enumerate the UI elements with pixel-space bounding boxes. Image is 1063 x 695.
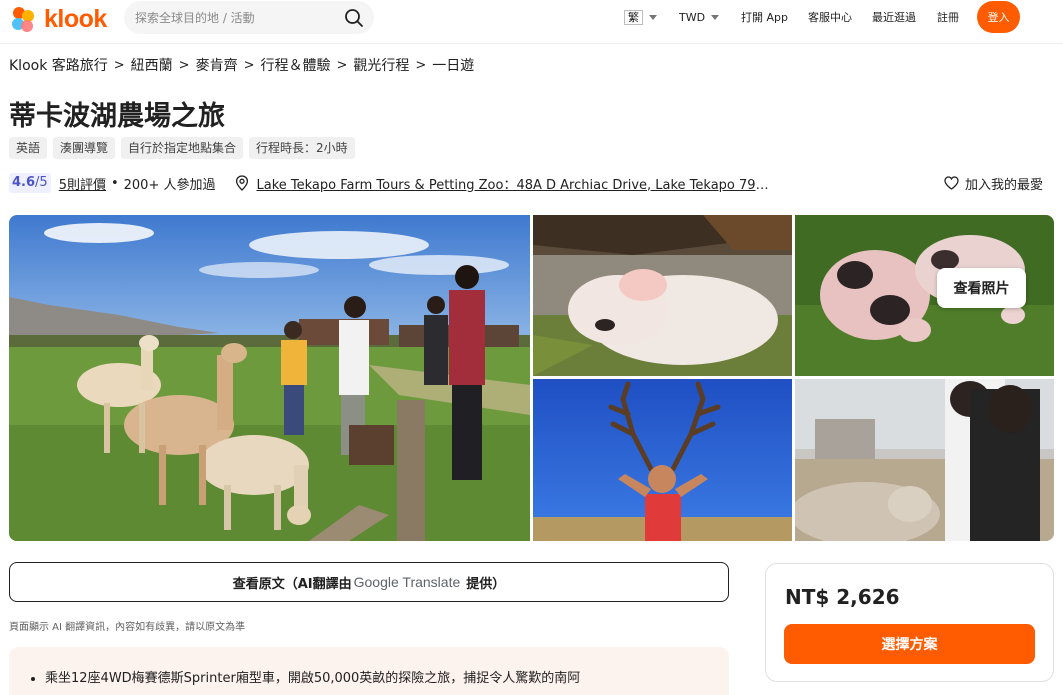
view-photos-button[interactable]: 查看照片 — [937, 268, 1026, 308]
gallery-photo-feeding[interactable] — [795, 379, 1054, 541]
rating-badge: 4.6/5 — [9, 173, 51, 193]
rating-max: /5 — [35, 175, 48, 190]
search-icon[interactable] — [344, 8, 364, 28]
feeding-sheep-image — [795, 379, 1054, 541]
chevron-down-icon — [711, 14, 720, 20]
reviews-link[interactable]: 5則評價 — [59, 174, 106, 193]
participants-count: 200+ 人參加過 — [123, 177, 216, 193]
gallery-photo-lamb[interactable] — [533, 215, 792, 376]
add-to-favorites-button[interactable]: 加入我的最愛 — [944, 172, 1043, 194]
breadcrumb-item[interactable]: Klook 客路旅行 — [9, 55, 108, 75]
highlights-box: 乘坐12座4WD梅賽德斯Sprinter廂型車，開啟50,000英畝的探險之旅，… — [9, 647, 729, 695]
chevron-down-icon — [649, 14, 657, 20]
alpaca-field-image — [9, 215, 530, 541]
chevron-right-icon: > — [415, 57, 427, 73]
login-button[interactable]: 登入 — [977, 1, 1020, 33]
tag-meeting: 自行於指定地點集合 — [121, 137, 244, 159]
currency-selector[interactable]: TWD — [679, 0, 720, 34]
address-link[interactable]: Lake Tekapo Farm Tours & Petting Zoo：48A… — [256, 174, 776, 193]
translate-suffix: 提供） — [466, 576, 506, 592]
chevron-right-icon: > — [243, 57, 255, 73]
breadcrumb-item[interactable]: 行程＆體驗 — [260, 55, 330, 75]
choose-package-button[interactable]: 選擇方案 — [784, 624, 1035, 664]
lamb-image — [533, 215, 792, 376]
favorite-label: 加入我的最愛 — [965, 177, 1044, 193]
breadcrumb-item[interactable]: 一日遊 — [432, 55, 474, 75]
gallery-photo-antlers[interactable] — [533, 379, 792, 541]
chevron-right-icon: > — [336, 57, 348, 73]
rating-row: 4.6/5 5則評價 • 200+ 人參加過 Lake Tekapo Farm … — [9, 172, 776, 194]
photo-gallery — [9, 215, 1054, 541]
search-bar[interactable] — [124, 1, 374, 34]
search-input[interactable] — [135, 10, 335, 25]
view-original-button[interactable]: 查看原文（AI翻譯由 Google Translate 提供） — [9, 562, 729, 602]
currency-label: TWD — [679, 10, 706, 24]
translate-prefix: 查看原文（AI翻譯由 — [232, 576, 352, 592]
support-link[interactable]: 客服中心 — [808, 0, 852, 34]
antlers-image — [533, 379, 792, 541]
gallery-photo-main[interactable] — [9, 215, 530, 541]
signup-link[interactable]: 註冊 — [937, 0, 959, 34]
breadcrumb-item[interactable]: 觀光行程 — [353, 55, 409, 75]
page-title: 蒂卡波湖農場之旅 — [9, 101, 225, 132]
language-label: 繁 — [624, 9, 643, 25]
highlight-item: 乘坐12座4WD梅賽德斯Sprinter廂型車，開啟50,000英畝的探險之旅，… — [31, 669, 729, 689]
brand-name: klook — [44, 4, 107, 33]
tag-duration: 行程時長：2小時 — [249, 137, 355, 159]
breadcrumb-item[interactable]: 紐西蘭 — [131, 55, 173, 75]
open-app-link[interactable]: 打開 App — [741, 0, 788, 34]
translation-disclaimer: 頁面顯示 AI 翻譯資訊，內容如有歧異，請以原文為準 — [9, 622, 246, 633]
breadcrumb: Klook 客路旅行 > 紐西蘭 > 麥肯齊 > 行程＆體驗 > 觀光行程 > … — [9, 55, 474, 75]
klook-logo[interactable]: klook — [8, 4, 107, 34]
breadcrumb-item[interactable]: 麥肯齊 — [196, 55, 238, 75]
language-selector[interactable]: 繁 — [624, 0, 657, 34]
klook-logo-icon — [12, 7, 34, 32]
tag-tour-type: 湊團導覽 — [53, 137, 116, 159]
heart-icon — [944, 176, 959, 190]
separator-dot: • — [110, 175, 119, 191]
booking-card: NT$ 2,626 選擇方案 — [765, 563, 1054, 682]
google-translate-logo: Google Translate — [353, 574, 461, 590]
top-header: klook 繁 TWD 打開 App 客服中心 最近逛過 註冊 登入 — [0, 0, 1063, 44]
price-label: NT$ 2,626 — [785, 585, 900, 609]
activity-tags: 英語 湊團導覽 自行於指定地點集合 行程時長：2小時 — [9, 137, 355, 159]
tag-language: 英語 — [9, 137, 48, 159]
rating-score: 4.6 — [12, 175, 36, 190]
chevron-right-icon: > — [113, 57, 125, 73]
location-pin-icon — [236, 175, 249, 191]
chevron-right-icon: > — [178, 57, 190, 73]
recently-viewed-link[interactable]: 最近逛過 — [872, 0, 916, 34]
